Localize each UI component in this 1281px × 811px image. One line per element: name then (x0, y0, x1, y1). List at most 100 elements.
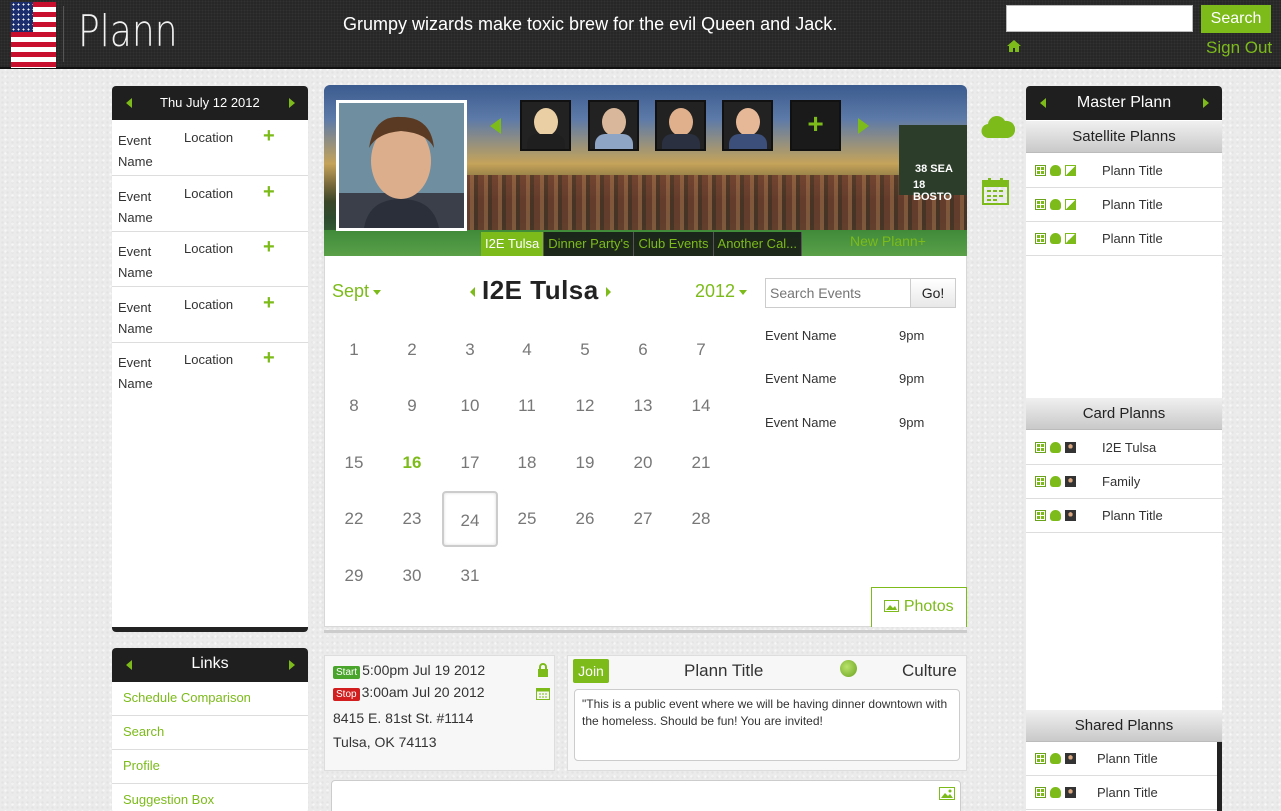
link-schedule-comparison[interactable]: Schedule Comparison (112, 682, 308, 716)
calendar-day[interactable]: 7 (673, 322, 729, 378)
links-next-arrow-icon[interactable] (289, 660, 295, 670)
image-icon[interactable] (939, 787, 955, 800)
calendar-day[interactable]: 14 (673, 378, 729, 434)
calendar-day[interactable]: 5 (557, 322, 613, 378)
header-search-button[interactable]: Search (1201, 5, 1271, 33)
member-thumb[interactable] (588, 100, 639, 151)
calendar-day[interactable]: 9 (384, 378, 440, 434)
tab-dinner-partys[interactable]: Dinner Party's (544, 232, 635, 256)
calendar-day[interactable]: 25 (499, 491, 555, 547)
satellite-plann-item[interactable]: Plann Title (1026, 222, 1222, 256)
event-row[interactable]: Event Name Location + (112, 120, 308, 176)
link-search[interactable]: Search (112, 716, 308, 750)
calendar-day[interactable]: 13 (615, 378, 671, 434)
card-plann-item[interactable]: Family (1026, 465, 1222, 499)
year-select[interactable]: 2012 (695, 281, 748, 302)
event-row[interactable]: Event Name Location + (112, 342, 308, 398)
cloud-icon[interactable] (981, 112, 1015, 140)
calendar-day[interactable]: 3 (442, 322, 498, 378)
new-plann-link[interactable]: New Plann+ (850, 233, 926, 249)
day-event-item[interactable]: Event Name 9pm (765, 415, 924, 430)
add-event-icon[interactable]: + (263, 347, 275, 370)
calendar-icon[interactable] (536, 687, 550, 700)
current-date: Thu July 12 2012 (160, 95, 260, 110)
calendar-day[interactable]: 28 (673, 491, 729, 547)
satellite-plann-item[interactable]: Plann Title (1026, 188, 1222, 222)
home-icon[interactable] (1006, 38, 1022, 54)
tab-club-events[interactable]: Club Events (634, 232, 714, 256)
banner-next-arrow-icon[interactable] (858, 118, 869, 134)
card-planns-header[interactable]: Card Planns (1026, 398, 1222, 430)
prev-day-arrow-icon[interactable] (126, 98, 132, 108)
link-suggestion-box[interactable]: Suggestion Box (112, 784, 308, 811)
shared-plann-item[interactable]: Plann Title (1026, 742, 1222, 776)
link-profile[interactable]: Profile (112, 750, 308, 784)
event-row[interactable]: Event Name Location + (112, 176, 308, 232)
card-plann-item[interactable]: Plann Title (1026, 499, 1222, 533)
event-row[interactable]: Event Name Location + (112, 287, 308, 343)
calendar-day[interactable]: 6 (615, 322, 671, 378)
comment-box[interactable] (331, 780, 961, 811)
photos-tab[interactable]: Photos (871, 587, 967, 627)
plann-item-title: Plann Title (1097, 785, 1158, 800)
satellite-planns-header[interactable]: Satellite Planns (1026, 121, 1222, 153)
add-event-icon[interactable]: + (263, 181, 275, 204)
calendar-day[interactable]: 22 (326, 491, 382, 547)
add-member-button[interactable]: + (790, 100, 841, 151)
calendar-day[interactable]: 8 (326, 378, 382, 434)
calendar-icon[interactable] (982, 178, 1009, 205)
banner-prev-arrow-icon[interactable] (490, 118, 501, 134)
join-button[interactable]: Join (573, 659, 609, 683)
calendar-day[interactable]: 10 (442, 378, 498, 434)
satellite-plann-item[interactable]: Plann Title (1026, 154, 1222, 188)
calendar-day[interactable]: 4 (499, 322, 555, 378)
member-thumb[interactable] (655, 100, 706, 151)
globe-icon[interactable] (840, 660, 857, 677)
calendar-day[interactable]: 24 (442, 491, 498, 547)
card-plann-item[interactable]: I2E Tulsa (1026, 431, 1222, 465)
member-thumb[interactable] (722, 100, 773, 151)
shared-plann-item[interactable]: Plann Title (1026, 776, 1222, 810)
profile-photo[interactable] (336, 100, 467, 231)
calendar-day[interactable]: 23 (384, 491, 440, 547)
calendar-day[interactable]: 15 (326, 435, 382, 491)
calendar-day[interactable]: 29 (326, 548, 382, 604)
next-day-arrow-icon[interactable] (289, 98, 295, 108)
master-next-arrow-icon[interactable] (1203, 98, 1209, 108)
sign-out-link[interactable]: Sign Out (1206, 38, 1272, 58)
calendar-day[interactable]: 19 (557, 435, 613, 491)
prev-calendar-arrow-icon[interactable] (470, 287, 475, 298)
search-events-input[interactable] (765, 278, 911, 308)
tab-i2e-tulsa[interactable]: I2E Tulsa (481, 232, 545, 256)
calendar-day[interactable]: 11 (499, 378, 555, 434)
app-logo[interactable]: Plann (78, 6, 178, 57)
add-event-icon[interactable]: + (263, 292, 275, 315)
event-row[interactable]: Event Name Location + (112, 231, 308, 287)
calendar-day[interactable]: 1 (326, 322, 382, 378)
calendar-day[interactable]: 20 (615, 435, 671, 491)
calendar-day[interactable]: 26 (557, 491, 613, 547)
calendar-day[interactable]: 21 (673, 435, 729, 491)
month-select[interactable]: Sept (332, 281, 382, 302)
calendar-day[interactable]: 17 (442, 435, 498, 491)
header-search-input[interactable] (1006, 5, 1193, 32)
lock-icon[interactable] (537, 663, 549, 677)
next-calendar-arrow-icon[interactable] (605, 287, 611, 298)
calendar-day[interactable]: 16 (384, 435, 440, 491)
calendar-day[interactable]: 2 (384, 322, 440, 378)
add-event-icon[interactable]: + (263, 125, 275, 148)
member-thumb[interactable] (520, 100, 571, 151)
calendar-day[interactable]: 27 (615, 491, 671, 547)
add-event-icon[interactable]: + (263, 236, 275, 259)
day-event-item[interactable]: Event Name 9pm (765, 371, 924, 386)
tab-another-cal[interactable]: Another Cal... (713, 232, 803, 256)
day-event-item[interactable]: Event Name 9pm (765, 328, 924, 343)
calendar-day[interactable]: 12 (557, 378, 613, 434)
calendar-day[interactable]: 30 (384, 548, 440, 604)
calendar-day[interactable]: 18 (499, 435, 555, 491)
plann-item-title: I2E Tulsa (1102, 440, 1157, 455)
calendar-day[interactable]: 31 (442, 548, 498, 604)
go-button[interactable]: Go! (910, 278, 956, 308)
scrollbar[interactable] (1217, 742, 1222, 811)
shared-planns-header[interactable]: Shared Planns (1026, 710, 1222, 742)
